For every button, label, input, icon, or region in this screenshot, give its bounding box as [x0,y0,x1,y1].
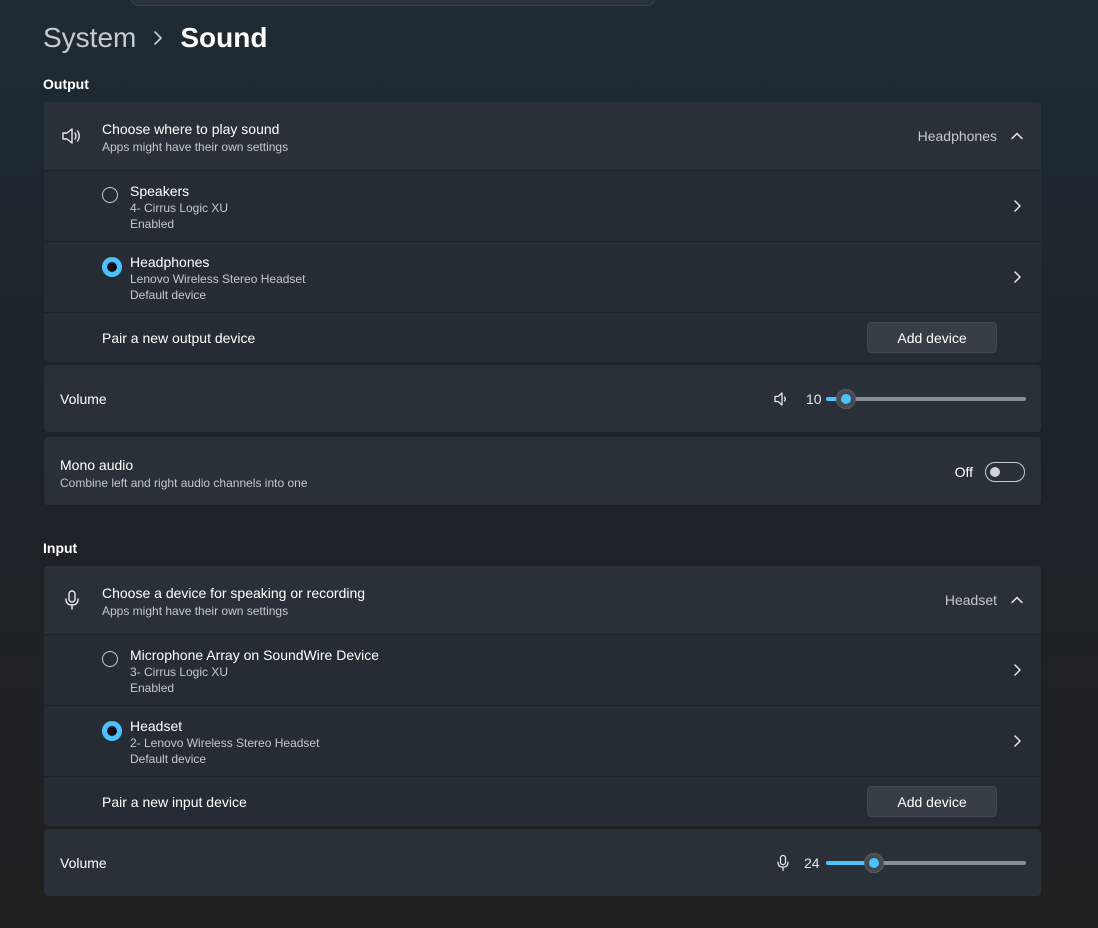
output-device-speakers[interactable]: Speakers 4- Cirrus Logic XU Enabled [44,171,1041,242]
output-section-title: Output [43,76,89,92]
device-model: 4- Cirrus Logic XU [130,201,229,215]
device-name: Microphone Array on SoundWire Device [130,647,380,663]
input-chooser-subtitle: Apps might have their own settings [102,604,289,618]
input-volume-card: Volume 24 [44,829,1041,896]
chevron-right-icon[interactable] [1009,662,1025,678]
mono-audio-toggle[interactable] [985,462,1025,482]
device-model: 2- Lenovo Wireless Stereo Headset [130,736,320,750]
output-volume-value: 10 [806,391,822,407]
radio-speakers[interactable] [102,187,118,203]
input-device-card: Choose a device for speaking or recordin… [44,566,1041,826]
speaker-icon [62,128,80,144]
device-model: 3- Cirrus Logic XU [130,665,229,679]
chevron-right-icon[interactable] [1009,733,1025,749]
device-name: Speakers [130,183,190,199]
output-selected-device: Headphones [917,128,997,144]
device-status: Default device [130,752,207,766]
output-chooser-subtitle: Apps might have their own settings [102,140,289,154]
input-volume-slider[interactable] [826,853,1026,873]
microphone-icon[interactable] [773,853,793,873]
speaker-icon[interactable] [773,390,791,408]
mono-audio-subtitle: Combine left and right audio channels in… [60,476,308,490]
pair-input-device-row: Pair a new input device Add device [44,777,1041,826]
output-volume-slider[interactable] [826,389,1026,409]
chevron-up-icon[interactable] [1009,128,1025,144]
chevron-right-icon[interactable] [1009,198,1025,214]
chevron-right-icon [154,31,163,45]
input-volume-thumb[interactable] [864,853,884,873]
device-status: Enabled [130,217,175,231]
input-section-title: Input [43,540,78,556]
output-chooser-title: Choose where to play sound [102,121,280,137]
breadcrumb-system[interactable]: System [43,22,136,54]
add-input-device-button[interactable]: Add device [867,786,997,817]
output-chooser-header[interactable]: Choose where to play sound Apps might ha… [44,102,1041,171]
mono-audio-title: Mono audio [60,457,134,473]
chevron-up-icon[interactable] [1009,592,1025,608]
device-status: Default device [130,288,207,302]
output-volume-card: Volume 10 [44,365,1041,432]
input-volume-value: 24 [804,855,820,871]
device-status: Enabled [130,681,175,695]
input-device-microphone-array[interactable]: Microphone Array on SoundWire Device 3- … [44,635,1041,706]
mono-audio-state: Off [954,464,973,480]
radio-headset[interactable] [102,721,122,741]
radio-headphones[interactable] [102,257,122,277]
toggle-knob [990,467,1000,477]
breadcrumb: System Sound [43,18,267,58]
device-name: Headset [130,718,183,734]
microphone-icon [65,590,79,610]
pair-output-label: Pair a new output device [102,330,256,346]
pair-output-device-row: Pair a new output device Add device [44,313,1041,362]
input-chooser-title: Choose a device for speaking or recordin… [102,585,366,601]
search-box-edge[interactable] [130,0,656,6]
page-title: Sound [180,22,268,53]
input-device-headset[interactable]: Headset 2- Lenovo Wireless Stereo Headse… [44,706,1041,777]
pair-input-label: Pair a new input device [102,794,247,810]
input-volume-label: Volume [60,855,107,871]
output-volume-thumb[interactable] [836,389,856,409]
output-device-headphones[interactable]: Headphones Lenovo Wireless Stereo Headse… [44,242,1041,313]
input-chooser-header[interactable]: Choose a device for speaking or recordin… [44,566,1041,635]
output-volume-label: Volume [60,391,107,407]
device-model: Lenovo Wireless Stereo Headset [130,272,306,286]
add-output-device-button[interactable]: Add device [867,322,997,353]
chevron-right-icon[interactable] [1009,269,1025,285]
radio-microphone-array[interactable] [102,651,118,667]
mono-audio-card: Mono audio Combine left and right audio … [44,437,1041,505]
output-device-card: Choose where to play sound Apps might ha… [44,102,1041,362]
input-selected-device: Headset [944,592,997,608]
device-name: Headphones [130,254,210,270]
